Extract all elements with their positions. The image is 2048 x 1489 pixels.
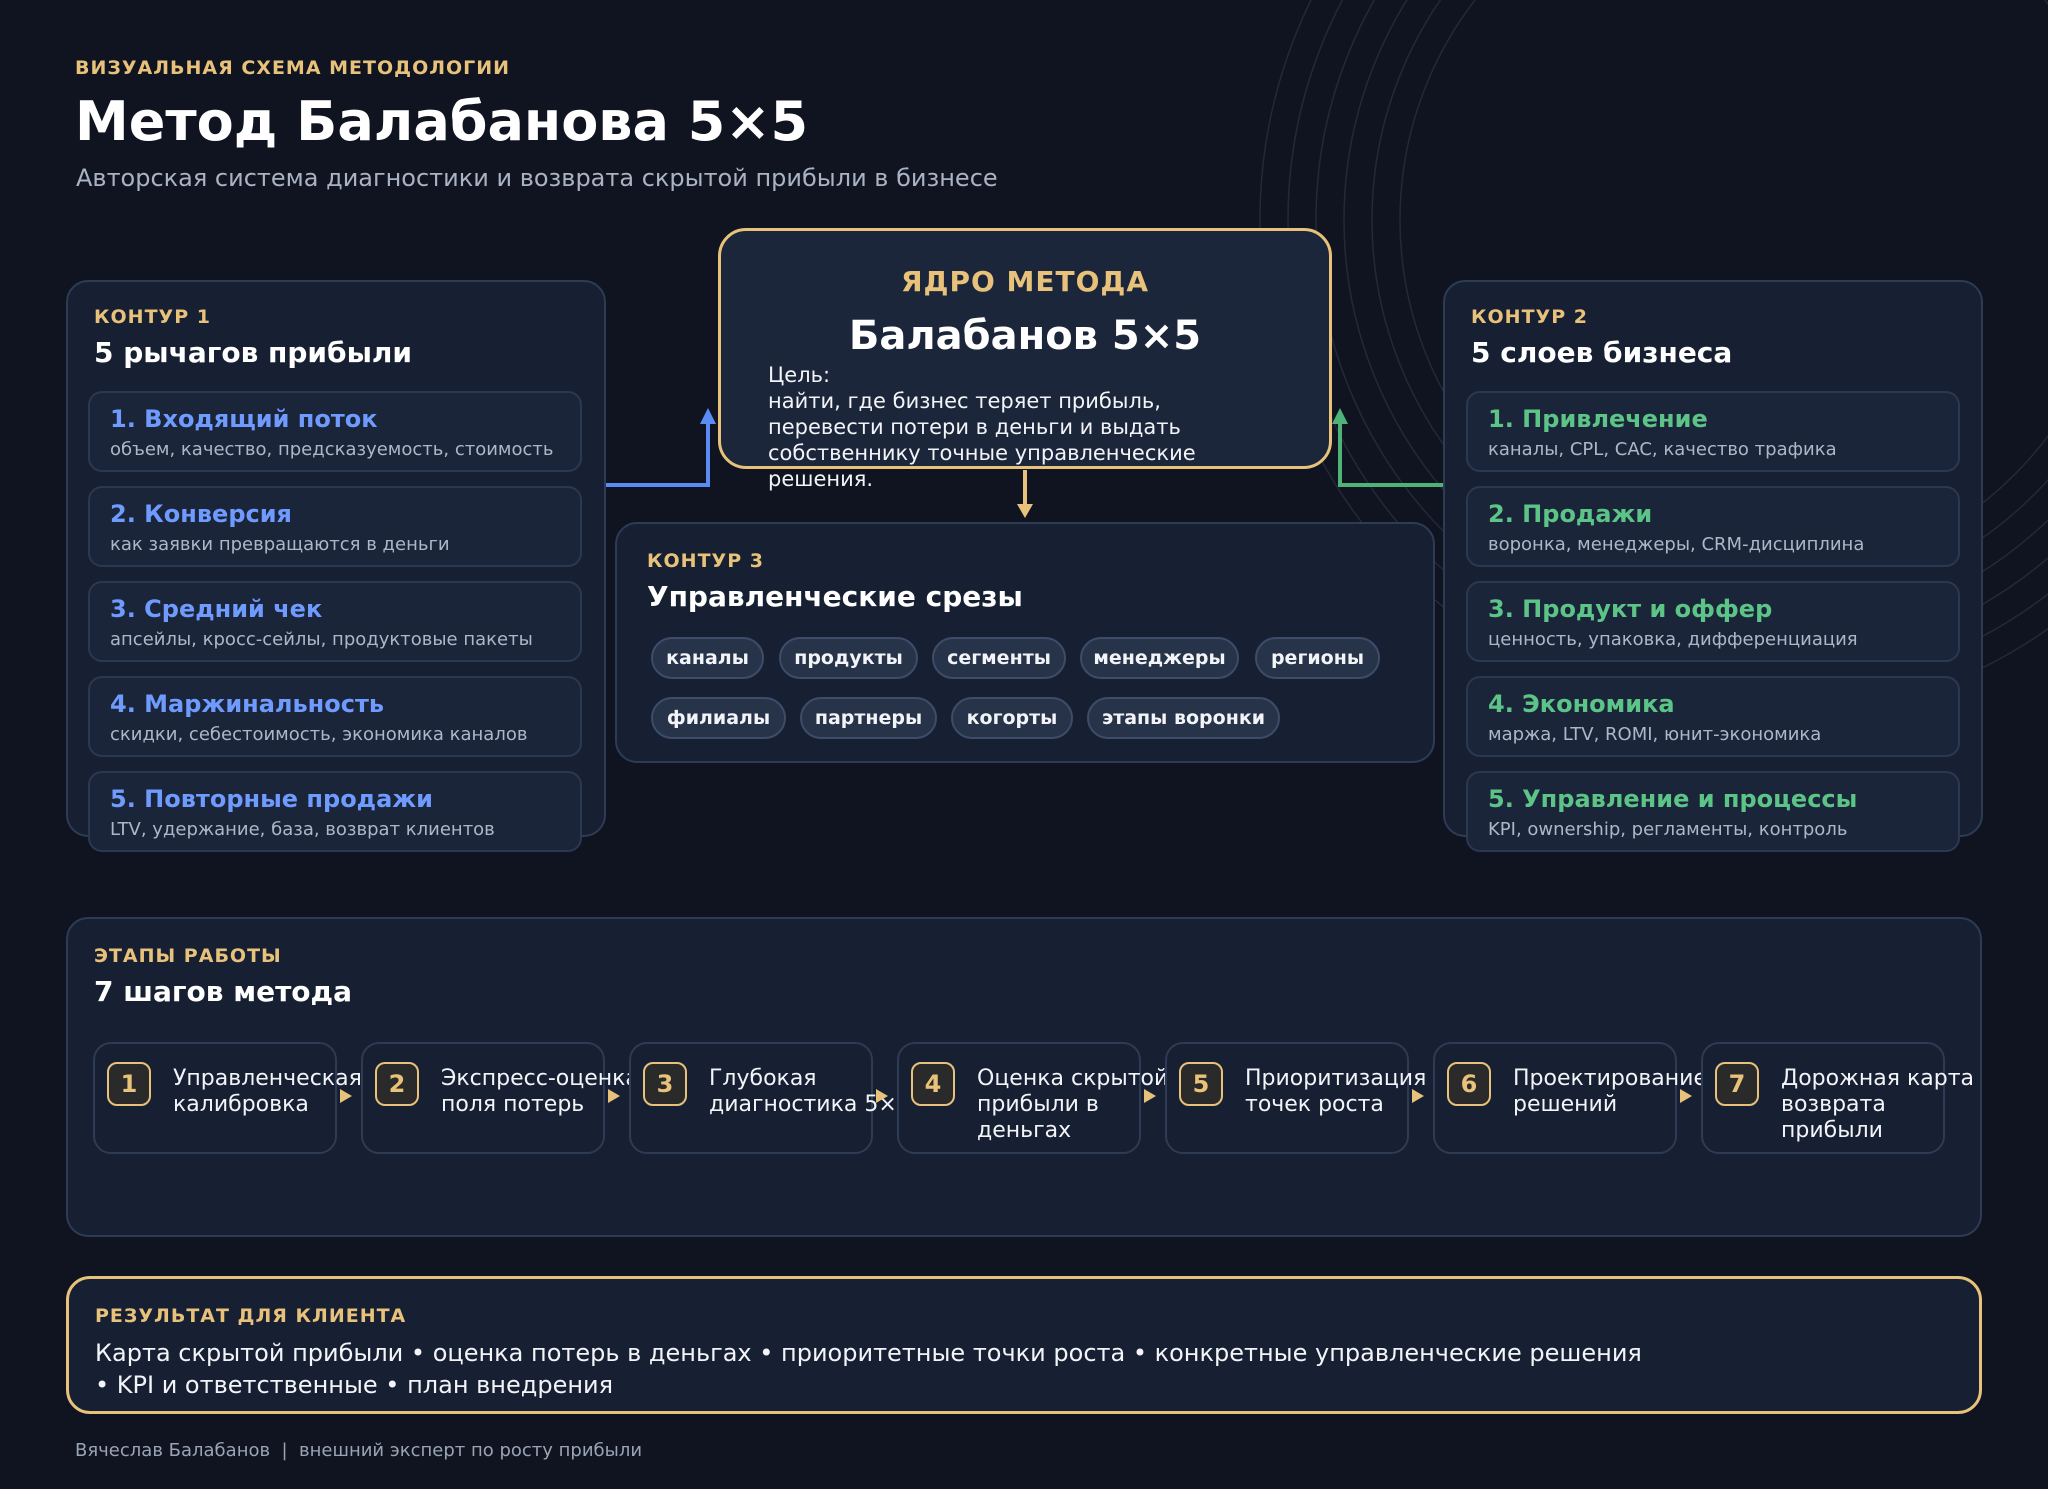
step-card: 7 Дорожная карта возврата прибыли <box>1701 1042 1974 1154</box>
slice-tag: когорты <box>951 697 1073 739</box>
step-number-badge: 3 <box>643 1062 687 1106</box>
contour2-title: 5 слоев бизнеса <box>1471 336 1733 369</box>
contour1-item-title: 4. Маржинальность <box>110 690 385 718</box>
slice-tag: менеджеры <box>1080 637 1239 679</box>
core-title: Балабанов 5×5 <box>848 313 1202 359</box>
contour2-item-desc: ценность, упаковка, дифференциация <box>1488 629 1858 650</box>
contour2-item: 3. Продукт и оффер ценность, упаковка, д… <box>1466 581 1960 662</box>
step-text: Дорожная карта возврата прибыли <box>1781 1066 1975 1143</box>
core-goal-line: решения. <box>768 467 874 491</box>
contour2-item: 5. Управление и процессы KPI, ownership,… <box>1466 771 1960 852</box>
connector-contour2-core <box>1338 420 1443 487</box>
slice-tag: этапы воронки <box>1087 697 1280 739</box>
stages-eyebrow: ЭТАПЫ РАБОТЫ <box>94 945 282 967</box>
stages-title: 7 шагов метода <box>94 975 353 1008</box>
slice-tag: регионы <box>1255 637 1380 679</box>
core-goal-line: найти, где бизнес теряет прибыль, <box>768 389 1161 413</box>
result-box: РЕЗУЛЬТАТ ДЛЯ КЛИЕНТА Карта скрытой приб… <box>66 1276 1982 1414</box>
step-text: Приоритизация точек роста <box>1245 1066 1427 1117</box>
slice-tag: филиалы <box>651 697 786 739</box>
result-text: Карта скрытой прибыли • оценка потерь в … <box>95 1339 1642 1399</box>
contour2-item-title: 3. Продукт и оффер <box>1488 595 1773 623</box>
contour1-item: 2. Конверсия как заявки превращаются в д… <box>88 486 582 567</box>
step-text: Оценка скрытой прибыли в деньгах <box>977 1066 1169 1143</box>
core-goal-line: Цель: <box>768 363 831 387</box>
connector-contour2-arrowhead <box>1332 408 1348 424</box>
step-text: Проектирование решений <box>1513 1066 1707 1117</box>
contour1-item-desc: объем, качество, предсказуемость, стоимо… <box>110 439 554 460</box>
contour1-item: 1. Входящий поток объем, качество, предс… <box>88 391 582 472</box>
contour2-item-title: 4. Экономика <box>1488 690 1675 718</box>
contour2-item-desc: каналы, CPL, CAC, качество трафика <box>1488 439 1837 460</box>
step-card: 1 Управленческая калибровка <box>93 1042 362 1154</box>
contour1-eyebrow: КОНТУР 1 <box>94 306 211 328</box>
step-arrow-icon <box>1412 1089 1424 1103</box>
connector-core-arrowhead <box>1017 504 1033 518</box>
step-text: Управленческая калибровка <box>173 1066 362 1117</box>
contour2-item: 1. Привлечение каналы, CPL, CAC, качеств… <box>1466 391 1960 472</box>
contour1-item: 3. Средний чек апсейлы, кросс-сейлы, про… <box>88 581 582 662</box>
contour1-title: 5 рычагов прибыли <box>94 336 413 369</box>
step-card: 4 Оценка скрытой прибыли в деньгах <box>897 1042 1168 1154</box>
contour2-item-desc: воронка, менеджеры, CRM-дисциплина <box>1488 534 1865 555</box>
contour2-item: 4. Экономика маржа, LTV, ROMI, юнит-экон… <box>1466 676 1960 757</box>
footer-text: Вячеслав Балабанов | внешний эксперт по … <box>75 1440 643 1461</box>
contour1-item-title: 1. Входящий поток <box>110 405 378 433</box>
step-card: 6 Проектирование решений <box>1433 1042 1707 1154</box>
step-number-badge: 2 <box>375 1062 419 1106</box>
slice-tag: каналы <box>651 637 764 679</box>
step-card: 5 Приоритизация точек роста <box>1165 1042 1426 1154</box>
result-eyebrow: РЕЗУЛЬТАТ ДЛЯ КЛИЕНТА <box>95 1305 407 1327</box>
connector-contour1-arrowhead <box>700 408 716 424</box>
slice-tag: продукты <box>779 637 918 679</box>
contour1-item-desc: апсейлы, кросс-сейлы, продуктовые пакеты <box>110 629 533 650</box>
contour1-item-desc: как заявки превращаются в деньги <box>110 534 450 555</box>
contour2-item-desc: маржа, LTV, ROMI, юнит-экономика <box>1488 724 1822 745</box>
step-number-badge: 1 <box>107 1062 151 1106</box>
step-number-badge: 7 <box>1715 1062 1759 1106</box>
core-goal-line: перевести потери в деньги и выдать <box>768 415 1181 439</box>
step-card: 2 Экспресс-оценка поля потерь <box>361 1042 639 1154</box>
contour1-item-title: 3. Средний чек <box>110 595 323 623</box>
step-number-badge: 6 <box>1447 1062 1491 1106</box>
slice-tag: партнеры <box>800 697 937 739</box>
contour2-item: 2. Продажи воронка, менеджеры, CRM-дисци… <box>1466 486 1960 567</box>
core-goal-line: собственнику точные управленческие <box>768 441 1196 465</box>
contour3-eyebrow: КОНТУР 3 <box>647 550 764 572</box>
slice-tag: сегменты <box>932 637 1066 679</box>
core-kicker: ЯДРО МЕТОДА <box>900 265 1150 298</box>
contour2-item-title: 2. Продажи <box>1488 500 1653 528</box>
contour2-item-title: 1. Привлечение <box>1488 405 1708 433</box>
step-number-badge: 5 <box>1179 1062 1223 1106</box>
contour1-item: 4. Маржинальность скидки, себестоимость,… <box>88 676 582 757</box>
connector-contour1-core <box>605 420 710 487</box>
contour3-title: Управленческие срезы <box>647 580 1023 613</box>
contour1-item-desc: LTV, удержание, база, возврат клиентов <box>110 819 495 840</box>
contour1-item-desc: скидки, себестоимость, экономика каналов <box>110 724 528 745</box>
step-arrow-icon <box>340 1089 352 1103</box>
step-arrow-icon <box>608 1089 620 1103</box>
contour2-eyebrow: КОНТУР 2 <box>1471 306 1588 328</box>
contour1-item-title: 2. Конверсия <box>110 500 292 528</box>
step-card: 3 Глубокая диагностика 5×5 <box>629 1042 911 1154</box>
step-number-badge: 4 <box>911 1062 955 1106</box>
contour1-item: 5. Повторные продажи LTV, удержание, баз… <box>88 771 582 852</box>
contour2-item-desc: KPI, ownership, регламенты, контроль <box>1488 819 1848 840</box>
step-arrow-icon <box>876 1089 888 1103</box>
contour2-item-title: 5. Управление и процессы <box>1488 785 1858 813</box>
step-arrow-icon <box>1680 1089 1692 1103</box>
core-goal: Цель: найти, где бизнес теряет прибыль, … <box>768 362 1196 492</box>
contour1-item-title: 5. Повторные продажи <box>110 785 433 813</box>
step-arrow-icon <box>1144 1089 1156 1103</box>
